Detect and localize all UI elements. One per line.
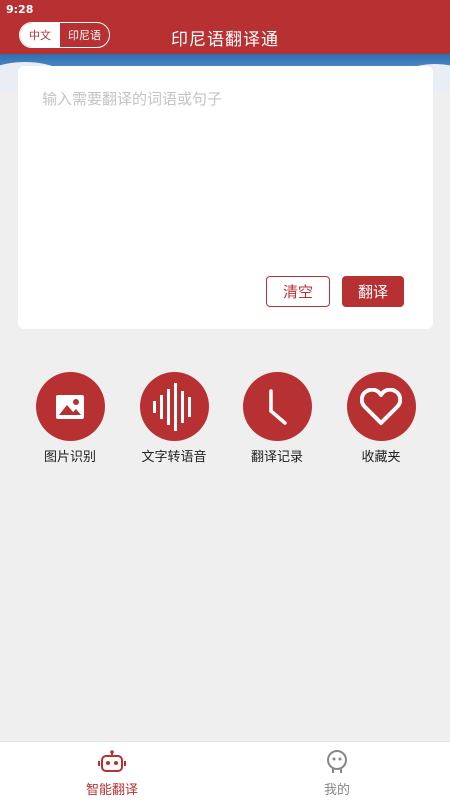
feature-label: 图片识别 <box>43 450 96 465</box>
feature-image-recognition[interactable]: 图片识别 <box>20 372 120 465</box>
translate-button[interactable]: 翻译 <box>342 276 404 307</box>
feature-translation-history[interactable]: 翻译记录 <box>227 372 327 465</box>
feature-text-to-speech[interactable]: 文字转语音 <box>124 372 224 465</box>
feature-label: 翻译记录 <box>250 450 303 465</box>
feature-label: 收藏夹 <box>361 450 401 465</box>
status-bar: 9:28 <box>0 0 450 18</box>
clear-button[interactable]: 清空 <box>266 276 330 307</box>
sound-wave-icon <box>153 382 191 431</box>
feature-label: 文字转语音 <box>141 450 207 465</box>
bottom-tab-bar: 智能翻译 我的 <box>0 741 450 800</box>
feature-grid: 图片识别 文字转语音 翻译记录 收藏夹 <box>0 372 450 472</box>
clock-icon <box>269 388 287 425</box>
tab-label: 我的 <box>323 783 350 798</box>
status-time: 9:28 <box>6 3 34 16</box>
face-icon <box>327 750 347 773</box>
page-title: 印尼语翻译通 <box>171 30 279 50</box>
robot-icon <box>98 750 126 772</box>
feature-favorites[interactable]: 收藏夹 <box>331 372 431 465</box>
app-bar: 中文 印尼语 印尼语翻译通 <box>0 18 450 54</box>
tab-smart-translate[interactable]: 智能翻译 <box>52 750 172 798</box>
image-icon <box>56 394 84 419</box>
translate-input[interactable] <box>42 88 412 268</box>
input-card: 清空 翻译 <box>18 66 433 329</box>
heart-icon <box>360 387 402 425</box>
tab-mine[interactable]: 我的 <box>277 750 397 798</box>
tab-label: 智能翻译 <box>85 783 138 798</box>
